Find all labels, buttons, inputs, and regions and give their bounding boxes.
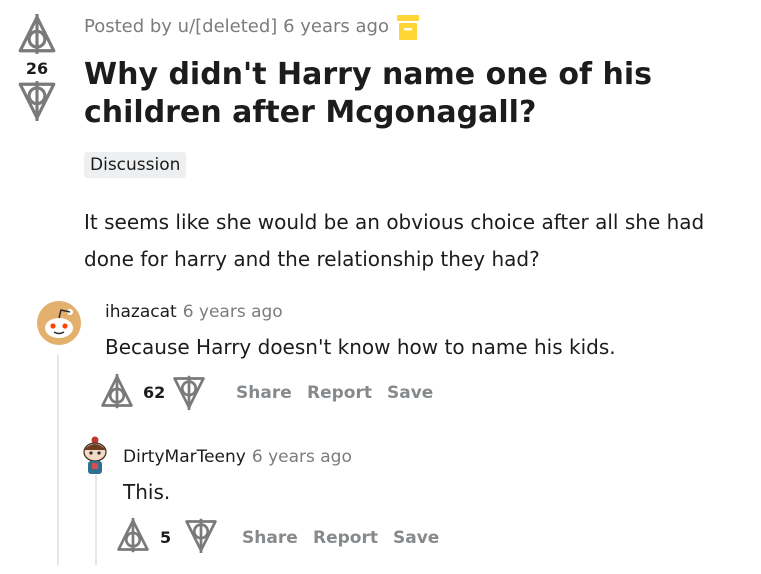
thread-line[interactable] bbox=[95, 475, 97, 565]
post-time[interactable]: 6 years ago bbox=[283, 16, 389, 37]
upvote-icon[interactable] bbox=[16, 14, 58, 56]
comment-score: 62 bbox=[143, 383, 166, 402]
save-button[interactable]: Save bbox=[387, 383, 433, 403]
post-body: It seems like she would be an obvious ch… bbox=[84, 210, 705, 271]
downvote-icon[interactable] bbox=[171, 374, 207, 410]
post-meta: Posted by u/[deleted] 6 years ago bbox=[84, 16, 389, 37]
post-author[interactable]: Posted by u/[deleted] bbox=[84, 16, 277, 37]
comment-body: Because Harry doesn't know how to name h… bbox=[105, 335, 616, 359]
comment-time[interactable]: 6 years ago bbox=[252, 447, 352, 467]
avatar[interactable] bbox=[37, 301, 81, 345]
save-button[interactable]: Save bbox=[393, 528, 439, 548]
post-flair[interactable]: Discussion bbox=[84, 152, 187, 178]
post-score: 26 bbox=[25, 59, 49, 78]
report-button[interactable]: Report bbox=[313, 528, 378, 548]
avatar[interactable] bbox=[79, 436, 111, 476]
downvote-icon[interactable] bbox=[16, 79, 58, 121]
comment-body: This. bbox=[123, 480, 171, 504]
upvote-icon[interactable] bbox=[115, 518, 151, 554]
comment-meta: DirtyMarTeeny 6 years ago bbox=[123, 447, 352, 467]
comment-author[interactable]: DirtyMarTeeny bbox=[123, 447, 246, 467]
upvote-icon[interactable] bbox=[99, 374, 135, 410]
share-button[interactable]: Share bbox=[242, 528, 298, 548]
downvote-icon[interactable] bbox=[183, 517, 219, 553]
share-button[interactable]: Share bbox=[236, 383, 292, 403]
archive-icon bbox=[396, 14, 420, 42]
thread-line[interactable] bbox=[57, 355, 59, 565]
comment-time[interactable]: 6 years ago bbox=[183, 302, 283, 322]
post-title[interactable]: Why didn't Harry name one of his childre… bbox=[84, 56, 744, 132]
report-button[interactable]: Report bbox=[307, 383, 372, 403]
comment-meta: ihazacat 6 years ago bbox=[105, 302, 283, 322]
comment-author[interactable]: ihazacat bbox=[105, 302, 177, 322]
comment-score: 5 bbox=[160, 528, 172, 547]
